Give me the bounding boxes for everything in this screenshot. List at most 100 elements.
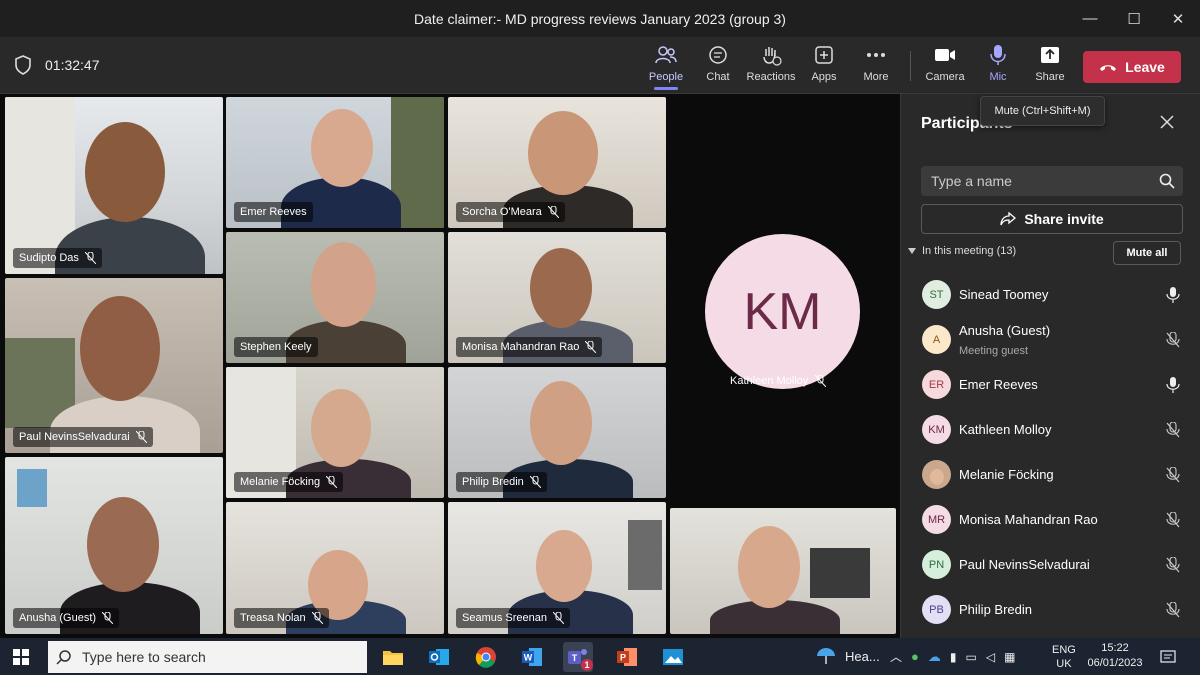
weather-widget[interactable]: Hea...	[815, 638, 880, 675]
apps-icon	[812, 43, 836, 67]
taskbar-search[interactable]: Type here to search	[48, 641, 367, 673]
more-button[interactable]: More	[848, 43, 904, 89]
in-meeting-toggle[interactable]: In this meeting (13)	[908, 245, 1016, 257]
camera-button[interactable]: Camera	[917, 43, 973, 89]
avatar: ST	[922, 280, 951, 309]
usb-icon[interactable]: ▮	[950, 650, 957, 664]
sync-icon[interactable]: ●	[911, 649, 919, 664]
shield-icon	[15, 55, 31, 75]
meeting-timer: 01:32:47	[45, 57, 100, 73]
close-window-button[interactable]: ✕	[1156, 0, 1200, 37]
video-tile[interactable]: Melanie Föcking	[226, 367, 444, 498]
video-tile[interactable]: Sorcha O'Meara	[448, 97, 666, 228]
word-icon[interactable]: W	[517, 642, 547, 672]
maximize-button[interactable]: ☐	[1112, 0, 1156, 37]
search-icon[interactable]	[1159, 173, 1175, 189]
video-tile[interactable]: Seamus Sreenan	[448, 502, 666, 634]
featured-avatar: KM	[705, 234, 860, 389]
mic-off-icon	[311, 612, 323, 624]
avatar: PB	[922, 595, 951, 624]
nameplate: Paul NevinsSelvadurai	[13, 427, 153, 447]
participant-name: Emer Reeves	[959, 377, 1038, 392]
battery-icon[interactable]: ▭	[965, 650, 976, 664]
notifications-icon[interactable]	[1160, 638, 1176, 675]
share-invite-button[interactable]: Share invite	[921, 204, 1183, 234]
video-tile[interactable]: Stephen Keely	[226, 232, 444, 363]
apps-button[interactable]: Apps	[796, 43, 852, 89]
mic-on-icon[interactable]	[1166, 286, 1180, 303]
participant-row[interactable]: ER Emer Reeves	[901, 362, 1200, 407]
video-tile[interactable]: Emer Reeves	[226, 97, 444, 228]
participant-face	[87, 497, 159, 592]
video-tile[interactable]: Treasa Nolan	[226, 502, 444, 634]
taskbar: Type here to search W T 1 P Hea... ︿ ● ☁…	[0, 638, 1200, 675]
participant-name: Seamus Sreenan	[462, 612, 547, 624]
video-tile[interactable]: Paul NevinsSelvadurai	[5, 278, 223, 453]
participant-name: Philip Bredin	[462, 476, 524, 488]
mic-off-icon	[585, 341, 597, 353]
mic-off-icon	[135, 431, 147, 443]
video-tile[interactable]: Monisa Mahandran Rao	[448, 232, 666, 363]
mic-off-icon[interactable]	[1166, 556, 1180, 573]
close-icon	[1160, 115, 1174, 129]
mic-on-icon[interactable]	[1166, 376, 1180, 393]
more-label: More	[863, 71, 889, 83]
participant-name: Paul NevinsSelvadurai	[19, 431, 130, 443]
close-panel-button[interactable]	[1158, 114, 1176, 132]
outlook-icon[interactable]	[424, 642, 454, 672]
featured-participant[interactable]: KM Kathleen Molloy	[670, 94, 900, 504]
mic-off-icon[interactable]	[1166, 511, 1180, 528]
language-code: ENG	[1052, 643, 1076, 656]
leave-button[interactable]: Leave	[1083, 51, 1181, 83]
people-icon	[654, 43, 678, 67]
avatar	[922, 460, 951, 489]
participant-row[interactable]: PN Paul NevinsSelvadurai	[901, 542, 1200, 587]
mic-button[interactable]: Mic	[970, 43, 1026, 89]
chevron-up-icon[interactable]: ︿	[890, 648, 902, 665]
share-button[interactable]: Share	[1022, 43, 1078, 89]
minimize-button[interactable]: —	[1068, 0, 1112, 37]
reactions-button[interactable]: Reactions	[743, 43, 799, 89]
teams-icon[interactable]: T 1	[563, 642, 593, 672]
mic-off-icon[interactable]	[1166, 601, 1180, 618]
mic-off-icon[interactable]	[1166, 466, 1180, 483]
mic-off-icon[interactable]	[1166, 421, 1180, 438]
notification-badge: 1	[581, 659, 593, 671]
windows-start-icon[interactable]	[13, 649, 29, 665]
reactions-icon	[759, 43, 783, 67]
participant-role: Meeting guest	[959, 345, 1029, 357]
search-input[interactable]	[921, 166, 1153, 196]
participant-row[interactable]: PB Philip Bredin	[901, 587, 1200, 632]
language-indicator[interactable]: ENG UK	[1052, 638, 1076, 675]
participant-row[interactable]: KM Kathleen Molloy	[901, 407, 1200, 452]
participant-name: Philip Bredin	[959, 602, 1032, 617]
participant-row[interactable]: MR Monisa Mahandran Rao	[901, 497, 1200, 542]
mic-off-icon	[326, 476, 338, 488]
mute-all-button[interactable]: Mute all	[1113, 241, 1181, 265]
participant-row[interactable]: A Anusha (Guest) Meeting guest	[901, 317, 1200, 362]
participant-face	[311, 109, 373, 187]
chat-button[interactable]: Chat	[690, 43, 746, 89]
leave-label: Leave	[1125, 59, 1165, 75]
video-tile[interactable]: Sudipto Das	[5, 97, 223, 274]
keyboard-layout: UK	[1056, 657, 1072, 670]
people-button[interactable]: People	[638, 43, 694, 90]
video-tile[interactable]: Philip Bredin	[448, 367, 666, 498]
taskbar-clock[interactable]: 15:22 06/01/2023	[1080, 641, 1150, 671]
self-view-tile[interactable]	[670, 508, 896, 634]
file-explorer-icon[interactable]	[378, 642, 408, 672]
video-tile[interactable]: Anusha (Guest)	[5, 457, 223, 634]
network-icon[interactable]: ▦	[1004, 650, 1015, 664]
onedrive-icon[interactable]: ☁	[928, 649, 941, 665]
participant-name: Sinead Toomey	[959, 287, 1049, 302]
nameplate: Sudipto Das	[13, 248, 102, 268]
photos-icon[interactable]	[658, 642, 688, 672]
mic-off-icon[interactable]	[1166, 331, 1180, 348]
volume-icon[interactable]: ◁	[986, 650, 995, 664]
chrome-icon[interactable]	[471, 642, 501, 672]
powerpoint-icon[interactable]: P	[612, 642, 642, 672]
participant-row[interactable]: ST Sinead Toomey	[901, 272, 1200, 317]
participant-name: Emer Reeves	[240, 206, 307, 218]
share-icon	[1038, 43, 1062, 67]
participant-row[interactable]: Melanie Föcking	[901, 452, 1200, 497]
